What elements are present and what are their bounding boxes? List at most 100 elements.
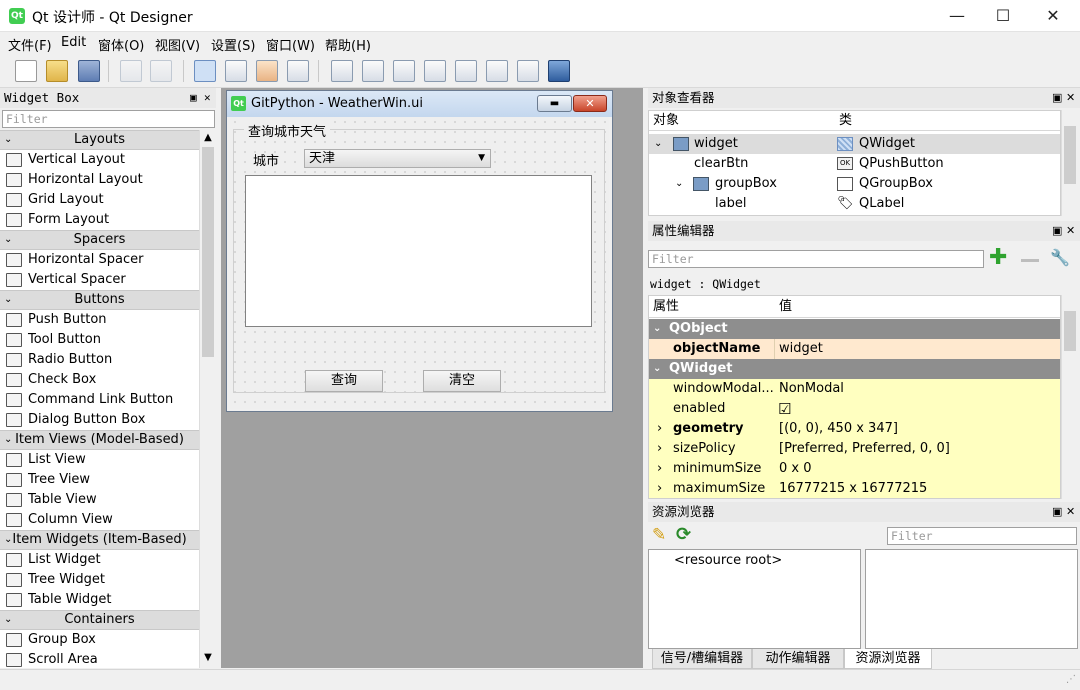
edit-buddies-icon[interactable]	[256, 60, 278, 82]
widget-box-item[interactable]: Tree View	[0, 470, 199, 490]
layout-grid-icon[interactable]	[455, 60, 477, 82]
reload-icon[interactable]: ⟳	[676, 524, 691, 545]
widget-box-item[interactable]: Horizontal Spacer	[0, 250, 199, 270]
scroll-thumb[interactable]	[1064, 311, 1076, 351]
minimize-button[interactable]: —	[934, 0, 980, 32]
paste-icon[interactable]	[150, 60, 172, 82]
remove-property-icon[interactable]	[1021, 259, 1039, 262]
menu-window[interactable]: 窗口(W)	[266, 35, 315, 54]
widget-category[interactable]: ⌄ Spacers	[0, 230, 199, 250]
chevron-down-icon[interactable]: ⌄	[4, 431, 12, 449]
widget-box-item[interactable]: Tree Widget	[0, 570, 199, 590]
property-row-minimumsize[interactable]: › minimumSize 0 x 0	[649, 459, 1060, 479]
chevron-down-icon[interactable]: ⌄	[4, 231, 12, 249]
layout-horizontal-icon[interactable]	[331, 60, 353, 82]
widget-box-item[interactable]: Form Layout	[0, 210, 199, 230]
property-row-maximumsize[interactable]: › maximumSize 16777215 x 16777215	[649, 479, 1060, 498]
close-icon[interactable]: ✕	[1066, 221, 1075, 241]
close-icon[interactable]: ✕	[204, 88, 211, 108]
widget-box-item[interactable]: Grid Layout	[0, 190, 199, 210]
chevron-down-icon[interactable]: ⌄	[4, 611, 12, 629]
tree-row-groupbox[interactable]: ⌄ groupBox QGroupBox	[649, 174, 1060, 194]
menu-settings[interactable]: 设置(S)	[211, 35, 255, 54]
query-button[interactable]: 查询	[305, 370, 383, 392]
widget-box-item[interactable]: Scroll Area	[0, 650, 199, 668]
copy-icon[interactable]	[120, 60, 142, 82]
property-row-sizepolicy[interactable]: › sizePolicy [Preferred, Preferred, 0, 0…	[649, 439, 1060, 459]
property-group-qobject[interactable]: ⌄ QObject	[649, 319, 1060, 339]
menu-edit[interactable]: Edit	[61, 35, 86, 50]
resize-grip-icon[interactable]: ⋰	[1066, 674, 1076, 685]
tab-resource-browser[interactable]: 资源浏览器	[844, 649, 932, 669]
tree-row-widget[interactable]: ⌄ widget QWidget	[649, 134, 1060, 154]
chevron-down-icon[interactable]: ⌄	[654, 134, 662, 154]
chevron-right-icon[interactable]: ›	[657, 479, 662, 498]
close-icon[interactable]: ✕	[1066, 502, 1075, 522]
adjust-size-icon[interactable]	[548, 60, 570, 82]
widget-box-item[interactable]: Table Widget	[0, 590, 199, 610]
widget-category[interactable]: ⌄ Buttons	[0, 290, 199, 310]
widget-box-item[interactable]: Vertical Layout	[0, 150, 199, 170]
chevron-down-icon[interactable]: ⌄	[4, 291, 12, 309]
chevron-down-icon[interactable]: ⌄	[653, 319, 661, 339]
close-button[interactable]: ✕	[1030, 0, 1076, 32]
widget-box-item[interactable]: Table View	[0, 490, 199, 510]
layout-vertical-icon[interactable]	[362, 60, 384, 82]
tree-row-clearbtn[interactable]: clearBtn OK QPushButton	[649, 154, 1060, 174]
widget-category[interactable]: ⌄ Item Views (Model-Based)	[0, 430, 199, 450]
float-icon[interactable]: ▣	[1052, 221, 1062, 241]
widget-box-item[interactable]: List Widget	[0, 550, 199, 570]
close-icon[interactable]: ✕	[1066, 88, 1075, 108]
resource-list[interactable]	[865, 549, 1078, 649]
add-dynamic-property-icon[interactable]: ✚	[989, 247, 1007, 269]
resource-filter-input[interactable]: Filter	[887, 527, 1077, 545]
widget-filter-input[interactable]: Filter	[2, 110, 215, 128]
float-icon[interactable]: ▣	[1052, 88, 1062, 108]
property-editor-scrollbar[interactable]	[1061, 295, 1078, 499]
widget-box-item[interactable]: Command Link Button	[0, 390, 199, 410]
widget-box-item[interactable]: Dialog Button Box	[0, 410, 199, 430]
widget-category[interactable]: ⌄ Layouts	[0, 130, 199, 150]
layout-splitter-vertical-icon[interactable]	[424, 60, 446, 82]
form-minimize-button[interactable]: ▬	[537, 95, 572, 112]
property-row-windowmodality[interactable]: windowModal... NonModal	[649, 379, 1060, 399]
property-row-geometry[interactable]: › geometry [(0, 0), 450 x 347]	[649, 419, 1060, 439]
float-icon[interactable]: ▣	[190, 88, 197, 108]
widget-box-item[interactable]: Horizontal Layout	[0, 170, 199, 190]
scroll-thumb[interactable]	[202, 147, 214, 357]
edit-tab-order-icon[interactable]	[287, 60, 309, 82]
form-window[interactable]: Qt GitPython - WeatherWin.ui ▬ ✕ 查询城市天气 …	[226, 90, 613, 412]
widget-box-scrollbar[interactable]: ▲ ▼	[199, 130, 216, 668]
chevron-down-icon[interactable]: ⌄	[653, 359, 661, 379]
open-folder-icon[interactable]	[46, 60, 68, 82]
resource-root-item[interactable]: <resource root>	[674, 553, 782, 568]
result-text-area[interactable]	[245, 175, 592, 327]
chevron-down-icon[interactable]: ⌄	[675, 174, 683, 194]
widget-category[interactable]: ⌄ Containers	[0, 610, 199, 630]
scroll-thumb[interactable]	[1064, 126, 1076, 184]
float-icon[interactable]: ▣	[1052, 502, 1062, 522]
layout-splitter-horizontal-icon[interactable]	[393, 60, 415, 82]
resource-tree[interactable]: <resource root>	[648, 549, 861, 649]
layout-form-icon[interactable]	[486, 60, 508, 82]
clear-button[interactable]: 清空	[423, 370, 501, 392]
tab-action-editor[interactable]: 动作编辑器	[752, 649, 844, 669]
widget-box-item[interactable]: Vertical Spacer	[0, 270, 199, 290]
widget-box-item[interactable]: Group Box	[0, 630, 199, 650]
widget-box-item[interactable]: Tool Button	[0, 330, 199, 350]
chevron-right-icon[interactable]: ›	[657, 459, 662, 479]
chevron-down-icon[interactable]: ⌄	[4, 131, 12, 149]
menu-help[interactable]: 帮助(H)	[325, 35, 371, 54]
chevron-down-icon[interactable]: ⌄	[4, 531, 12, 549]
save-icon[interactable]	[78, 60, 100, 82]
chevron-right-icon[interactable]: ›	[657, 439, 662, 459]
maximize-button[interactable]: ☐	[980, 0, 1026, 32]
edit-widgets-icon[interactable]	[194, 60, 216, 82]
tree-row-label[interactable]: label 🏷 QLabel	[649, 194, 1060, 214]
widget-box-item[interactable]: List View	[0, 450, 199, 470]
widget-box-item[interactable]: Radio Button	[0, 350, 199, 370]
city-combobox[interactable]: 天津 ▼	[304, 149, 491, 168]
new-file-icon[interactable]	[15, 60, 37, 82]
edit-resources-pencil-icon[interactable]: ✎	[652, 525, 666, 545]
wrench-icon[interactable]: 🔧	[1050, 248, 1070, 267]
